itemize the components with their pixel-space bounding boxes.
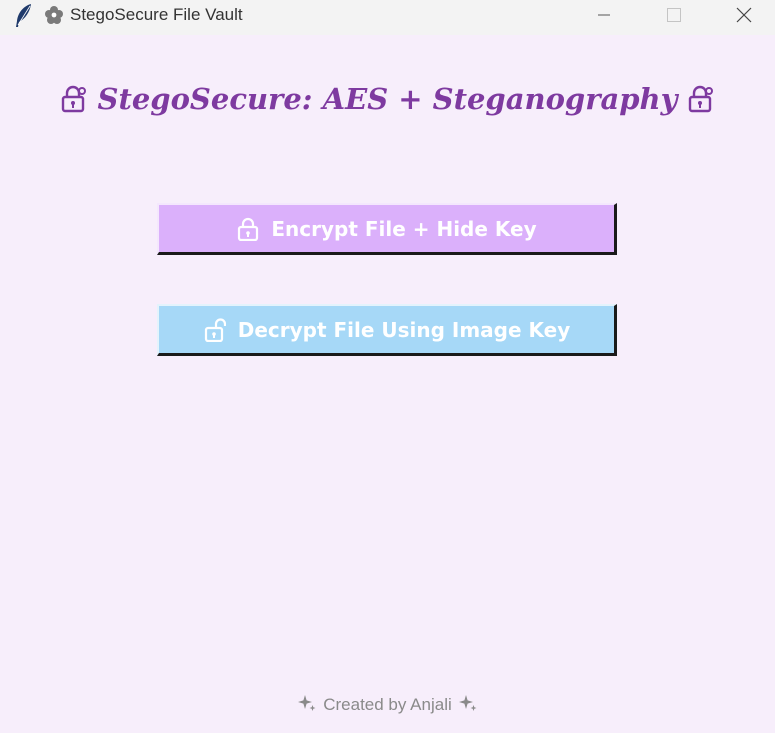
encrypt-button-label: Encrypt File + Hide Key xyxy=(271,217,537,241)
locked-icon xyxy=(238,217,259,241)
close-icon xyxy=(736,7,752,23)
footer-credit: Created by Anjali xyxy=(0,693,775,715)
window-title: StegoSecure File Vault xyxy=(70,5,243,24)
sparkles-icon xyxy=(458,695,477,711)
flower-icon xyxy=(45,6,63,24)
heading-text: StegoSecure: AES + Steganography xyxy=(97,82,678,116)
encrypt-file-button[interactable]: Encrypt File + Hide Key xyxy=(157,203,617,255)
unlocked-icon xyxy=(204,318,226,342)
lock-with-key-icon xyxy=(689,85,714,113)
feather-icon xyxy=(16,4,31,27)
app-window: StegoSecure File Vault StegoSecure: AES xyxy=(0,0,775,733)
minimize-button[interactable] xyxy=(581,0,627,30)
page-heading: StegoSecure: AES + Steganography xyxy=(0,82,775,116)
maximize-button[interactable] xyxy=(651,0,697,30)
maximize-icon xyxy=(667,8,681,22)
lock-with-key-icon xyxy=(61,85,86,113)
title-bar[interactable]: StegoSecure File Vault xyxy=(0,0,775,35)
footer-text: Created by Anjali xyxy=(323,695,452,714)
close-button[interactable] xyxy=(721,0,767,30)
minimize-icon xyxy=(598,14,610,16)
decrypt-button-label: Decrypt File Using Image Key xyxy=(237,318,571,342)
sparkles-icon xyxy=(298,695,316,711)
decrypt-file-button[interactable]: Decrypt File Using Image Key xyxy=(157,304,617,356)
